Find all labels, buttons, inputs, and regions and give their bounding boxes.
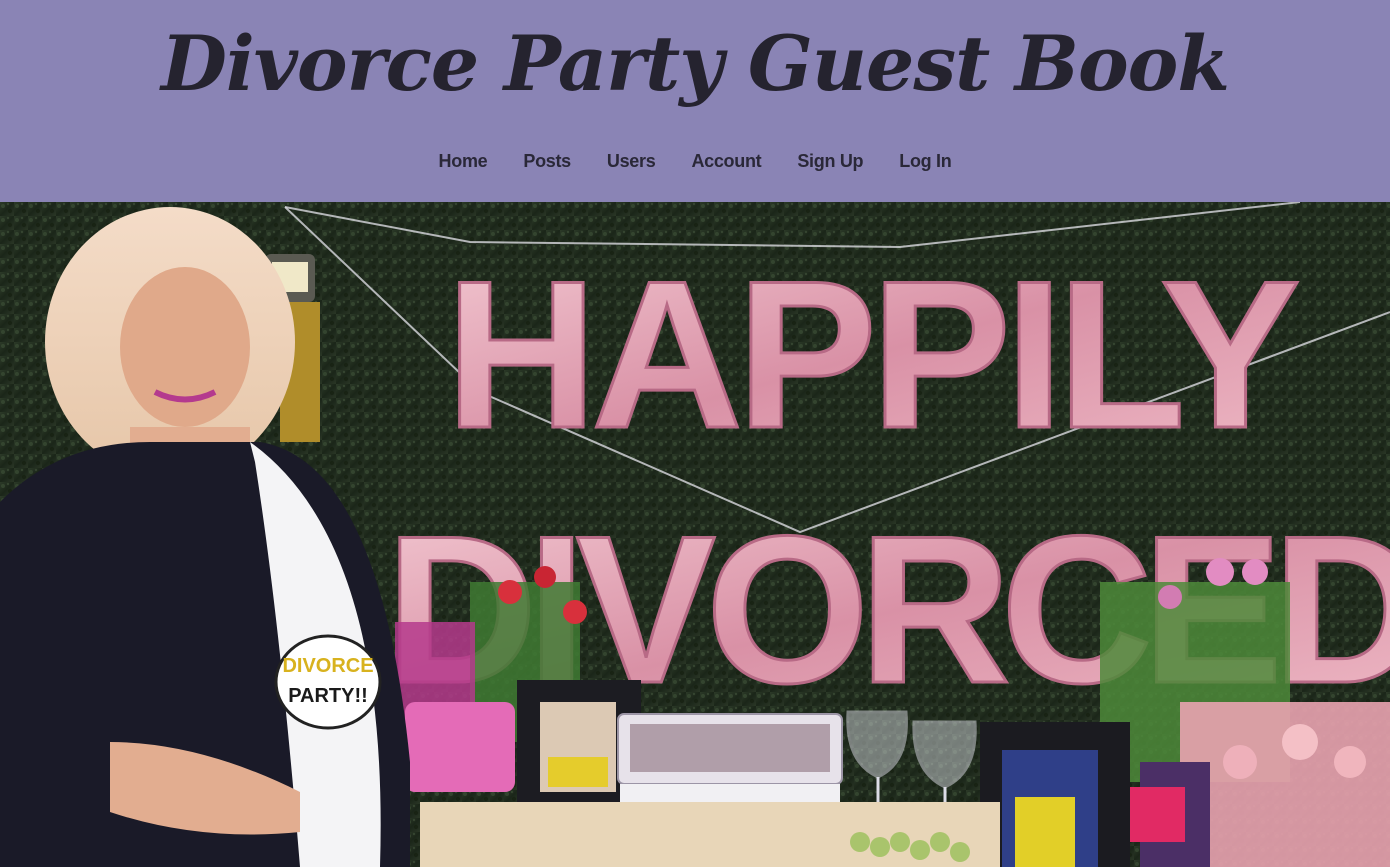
nav-users[interactable]: Users xyxy=(607,146,656,176)
hero-photo: HAPPILY DIVORCED DIVORCE PARTY!! xyxy=(0,202,1390,867)
sign-line-1: DIVORCE xyxy=(282,655,373,677)
site-header: Divorce Party Guest Book Home Posts User… xyxy=(0,0,1390,202)
picture-frame-right xyxy=(980,722,1130,867)
nav-log-in[interactable]: Log In xyxy=(899,146,951,176)
nav-posts[interactable]: Posts xyxy=(523,146,571,176)
hero-image: HAPPILY DIVORCED DIVORCE PARTY!! xyxy=(0,202,1390,867)
balloon-text-happily: HAPPILY xyxy=(446,237,1298,472)
nav-account[interactable]: Account xyxy=(691,146,761,176)
nav-home[interactable]: Home xyxy=(439,146,488,176)
main-nav: Home Posts Users Account Sign Up Log In xyxy=(0,146,1390,176)
site-title: Divorce Party Guest Book xyxy=(160,19,1230,108)
divorce-party-sign: DIVORCE PARTY!! xyxy=(274,634,382,730)
nav-sign-up[interactable]: Sign Up xyxy=(797,146,863,176)
party-table xyxy=(420,802,1000,867)
sign-line-2: PARTY!! xyxy=(288,685,368,707)
